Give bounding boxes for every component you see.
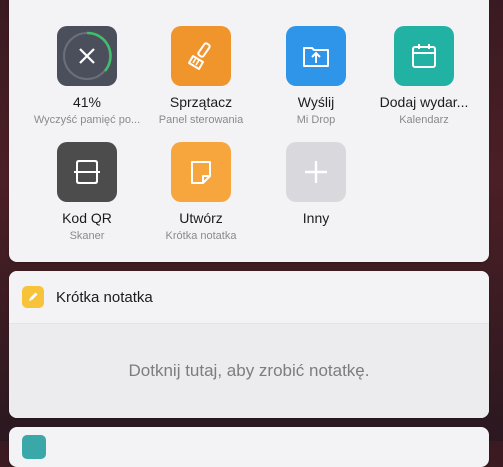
pencil-icon [22, 286, 44, 308]
tile-sub: Skaner [69, 230, 105, 242]
note-icon [191, 161, 211, 184]
plus-icon [305, 161, 327, 183]
tile-wyslij[interactable]: Wyślij Mi Drop [257, 26, 375, 126]
tile-kalendarz[interactable]: Dodaj wydar... Kalendarz [365, 26, 483, 126]
shortcuts-panel: 41% Wyczyść pamięć po... Sprzątacz Panel… [9, 0, 489, 262]
tile-sub: Mi Drop [296, 114, 336, 126]
next-widget [9, 427, 489, 467]
tile-label: 41% [72, 94, 102, 110]
note-title: Krótka notatka [56, 288, 153, 306]
tile-sub: Panel sterowania [158, 114, 244, 126]
tile-sub: Wyczyść pamięć po... [33, 114, 141, 126]
calendar-icon [412, 44, 436, 68]
tile-utworz[interactable]: Utwórz Krótka notatka [142, 142, 260, 242]
widget-app-icon [22, 435, 46, 459]
cleaner-icon-box [57, 26, 117, 86]
tile-memory-cleaner[interactable]: 41% Wyczyść pamięć po... [28, 26, 146, 126]
note-tap-area[interactable]: Dotknij tutaj, aby zrobić notatkę. [9, 324, 489, 418]
kalendarz-icon-box [394, 26, 454, 86]
close-icon [63, 31, 112, 80]
tile-inny[interactable]: Inny [257, 142, 375, 230]
note-header: Krótka notatka [9, 271, 489, 324]
tile-kod-qr[interactable]: Kod QR Skaner [28, 142, 146, 242]
tile-label: Kod QR [62, 210, 112, 226]
scanner-icon [74, 160, 100, 184]
tile-label: Inny [302, 210, 330, 226]
inny-icon-box [286, 142, 346, 202]
tile-label: Utwórz [179, 210, 223, 226]
tile-label: Dodaj wydar... [379, 94, 469, 110]
sprzatacz-icon-box [171, 26, 231, 86]
note-placeholder: Dotknij tutaj, aby zrobić notatkę. [128, 361, 370, 380]
folder-upload-icon [303, 47, 329, 67]
tile-sprzatacz[interactable]: Sprzątacz Panel sterowania [142, 26, 260, 126]
broom-icon [188, 42, 211, 70]
wyslij-icon-box [286, 26, 346, 86]
tile-label: Wyślij [297, 94, 335, 110]
utworz-icon-box [171, 142, 231, 202]
tile-label: Sprzątacz [169, 94, 233, 110]
tile-sub: Krótka notatka [165, 230, 237, 242]
tile-sub: Kalendarz [399, 114, 449, 126]
qr-icon-box [57, 142, 117, 202]
quick-note-widget: Krótka notatka Dotknij tutaj, aby zrobić… [9, 271, 489, 418]
